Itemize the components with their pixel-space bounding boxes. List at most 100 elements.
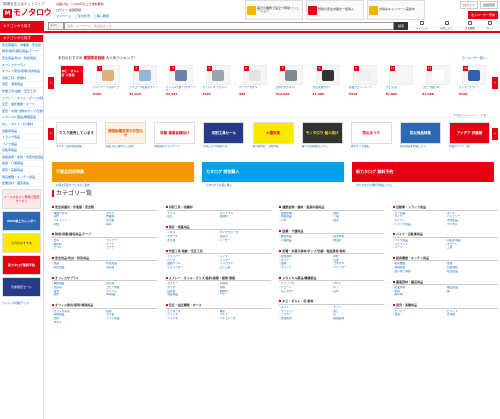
category-link[interactable]: 手袋 [52, 223, 105, 227]
category-link[interactable]: 衛生用品 [445, 270, 498, 274]
ranking-item[interactable]: 10 ウエス 白 ¥1,066 [386, 65, 417, 96]
campaign-banner[interactable]: 通常納期変更のお知らせ お届け日に関するご案内 [105, 122, 147, 151]
campaign-banner-caption[interactable]: 夏の熱中症・火傷対策 [253, 145, 294, 151]
feature-banner[interactable]: カタログ 特別購入 カタログでお得に購入 [202, 162, 344, 187]
header-link-mypage[interactable]: マイページ [56, 14, 71, 18]
product-image[interactable]: 4 [169, 65, 194, 85]
campaign-banner-caption[interactable]: 個人のお客様はこちら [302, 145, 343, 151]
category-heading[interactable]: メカニカル部品/機構部品 [279, 276, 385, 282]
feature-banner-caption[interactable]: お得な回収サービスのご案内 [56, 183, 90, 187]
ranking-item[interactable]: 4 ニトリル手袋 パウダーフリー ¥2,331 [166, 65, 197, 96]
sidebar-item[interactable]: 安全保護具・作業服・安全靴 [0, 42, 43, 49]
category-heading[interactable]: 農業資材・園芸用品 [392, 280, 498, 286]
campaign-banner-caption[interactable]: 防災用品を準備しよう [400, 145, 441, 151]
sidebar-item[interactable]: メカニカル部品/機構部品 [0, 115, 43, 122]
product-image[interactable]: 9 [352, 65, 377, 85]
product-image[interactable]: 8 [315, 65, 340, 85]
category-link[interactable]: ケミカル [445, 223, 498, 227]
campaign-banner[interactable]: 防災まつり 防災グッズ特集 [350, 122, 392, 151]
search-scope-select[interactable]: すべて [48, 22, 64, 30]
campaign-banner-image[interactable]: 防災用品特集 [399, 122, 441, 144]
campaign-banner-image[interactable]: 京都 事業者様向け [154, 122, 196, 144]
category-heading[interactable]: スプレー・オイル・グリス/塗料/接着・補修/溶接 [165, 276, 271, 282]
campaign-banner[interactable]: 防災用品特集 防災用品を準備しよう [399, 122, 441, 151]
account-line[interactable]: ログイン 会員登録 [56, 8, 146, 12]
category-heading[interactable]: 安全保護具・作業服・安全靴 [52, 205, 157, 211]
nav-order-history[interactable]: 注文履歴 [465, 21, 475, 31]
category-heading[interactable]: 安全用品/防災・防犯用品 [52, 256, 157, 262]
category-heading[interactable]: 建築金物・建材・塗装内装用品 [279, 205, 385, 211]
category-link[interactable]: 消火器 [105, 266, 158, 270]
product-image[interactable]: 7 [279, 65, 304, 85]
sidebar-item[interactable]: オフィス家具/照明/清掃用品 [0, 68, 43, 75]
register-button[interactable]: 会員登録 [479, 1, 498, 9]
category-link[interactable]: 種 [445, 290, 498, 294]
category-link[interactable]: レギュレータ [218, 317, 271, 321]
sidebar-promo-catalog[interactable]: 新カタログ無料予約 [2, 255, 41, 276]
category-link[interactable]: 水平器 [166, 239, 219, 243]
category-heading[interactable]: 空圧・油圧機器・ホース [165, 303, 271, 309]
sidebar-promo-mail[interactable]: メールマガジン登録で限定クーポン [2, 189, 41, 210]
feature-banner-caption[interactable]: カタログでお得に購入 [206, 183, 232, 187]
carousel-next-icon[interactable]: › [492, 77, 498, 89]
campaign-banner-image[interactable]: 火傷対策 [252, 122, 294, 144]
category-link[interactable]: 金属素材 [279, 317, 332, 321]
product-image[interactable]: 3 [132, 65, 157, 85]
category-heading[interactable]: 配管・水廻り部材/ポンプ/空調・電設資材/電材 [279, 249, 385, 255]
login-button[interactable]: ログイン [459, 1, 478, 9]
category-link[interactable]: 除草剤 [393, 293, 446, 297]
campaign-banner[interactable]: 京都 事業者様向け 地域限定キャンペーン [154, 122, 196, 151]
sidebar-item[interactable]: 研究・実験用品 [0, 167, 43, 174]
nav-favorites[interactable]: お気に入り [440, 21, 453, 31]
search-input[interactable]: 品番、キーワード、商品名を入力 [64, 22, 394, 30]
category-link[interactable]: ラック [105, 246, 158, 250]
campaign-banner-image[interactable]: 防災まつり [350, 122, 392, 144]
category-heading[interactable]: 厨房機器・キッチン用品 [392, 256, 498, 262]
category-link[interactable]: レーザー [218, 239, 271, 243]
sidebar-item[interactable]: バイク用品 [0, 141, 43, 148]
product-image[interactable]: 10 [389, 65, 414, 85]
category-link[interactable]: 研磨材 [218, 215, 271, 219]
product-image[interactable]: 2 [96, 65, 121, 85]
sidebar-item[interactable]: 配管・水廻り部材/ポンプ/空調・電設資材/電材 [0, 108, 43, 115]
sidebar-item[interactable]: 安全用品/防災・防犯用品 [0, 55, 43, 62]
category-link[interactable]: グラインダー [166, 266, 219, 270]
category-link[interactable]: タオル [52, 321, 105, 325]
sidebar-item[interactable]: オフィスサプライ [0, 62, 43, 69]
product-image[interactable]: 1 ねじ・ボルト・釘 大特価 [59, 65, 84, 85]
sidebar-item[interactable]: 厨房機器・キッチン用品 [0, 174, 43, 181]
category-link[interactable]: 溶接用品 [166, 293, 219, 297]
sidebar-promo-recommend[interactable]: 今月のおすすめ [2, 233, 41, 254]
campaign-banner-caption[interactable]: 切削工具 大幅値下げ [203, 145, 244, 151]
campaign-banner-caption[interactable]: 作業のアイデア集 [449, 145, 490, 151]
category-link[interactable]: トラック用品 [393, 223, 446, 227]
campaign-banner[interactable]: 火傷対策 夏の熱中症・火傷対策 [252, 122, 294, 151]
campaign-banner-caption[interactable]: 地域限定キャンペーン [154, 145, 195, 151]
sidebar-item[interactable]: 医療・介護用品 [0, 161, 43, 168]
category-link[interactable]: ハケ [218, 293, 271, 297]
category-link[interactable]: 砥石 [166, 215, 219, 219]
category-heading[interactable]: 自動車・トラック用品 [392, 205, 498, 211]
campaign-banner-caption[interactable]: 防災グッズ特集 [351, 145, 392, 151]
product-image[interactable]: 5 [206, 65, 230, 85]
category-heading[interactable]: オフィスサプライ [52, 276, 157, 282]
category-link[interactable]: フィルタ [166, 317, 219, 321]
product-image[interactable]: 11 [425, 65, 450, 85]
category-link[interactable]: 介護用品 [279, 239, 332, 243]
ranking-item[interactable]: 12 ラッカースプレー ¥218 [459, 65, 490, 96]
category-link[interactable]: 戸車 [279, 219, 332, 223]
category-menu-button[interactable]: カテゴリから探す [0, 21, 44, 31]
category-link[interactable]: 体温計 [332, 239, 385, 243]
category-heading[interactable]: 物流/保管/梱包用品/テープ [52, 232, 157, 238]
top-banner-1[interactable]: 毎日の業務で役立つ現場ソリューション [245, 0, 303, 20]
feature-banner[interactable]: 不要品回収特集 お得な回収サービスのご案内 [52, 162, 194, 187]
category-link[interactable]: 防犯用品 [52, 266, 105, 270]
corporate-register-button[interactable]: 法人ユーザー登録 [468, 11, 498, 19]
site-logo[interactable]: 現場を支えるネットストア M モノタロウ [3, 2, 53, 18]
sidebar-item[interactable]: 物流/保管/梱包用品/テープ [0, 49, 43, 56]
category-link[interactable]: 封筒 [52, 293, 105, 297]
category-heading[interactable]: オフィス家具/照明/清掃用品 [52, 303, 157, 309]
category-link[interactable]: トイレ用品 [105, 317, 158, 321]
sidebar-promo-sale[interactable]: 月末限定セール [2, 277, 41, 298]
campaign-banner-caption[interactable]: お届け日に関するご案内 [105, 145, 146, 151]
